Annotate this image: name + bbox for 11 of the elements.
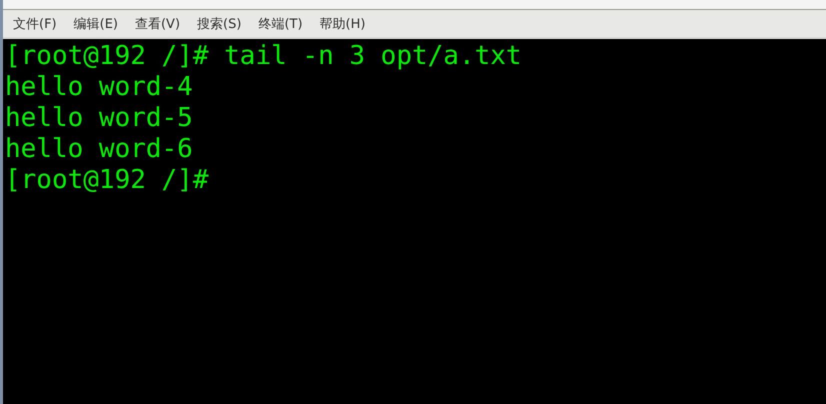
menu-item[interactable]: 终端(T): [256, 14, 312, 32]
menu-item[interactable]: 搜索(S): [195, 14, 250, 32]
menu-item[interactable]: 文件(F): [11, 14, 66, 32]
menu-item[interactable]: 帮助(H): [318, 14, 374, 32]
terminal-line: hello word-5: [5, 103, 194, 134]
terminal-line: [root@192 /]# tail -n 3 opt/a.txt: [5, 41, 523, 72]
menu-item[interactable]: 查看(V): [132, 14, 190, 32]
terminal-line: [root@192 /]#: [5, 165, 210, 196]
menu-item[interactable]: 编辑(E): [72, 14, 127, 32]
terminal-line: hello word-4: [5, 72, 194, 103]
terminal-line: hello word-6: [5, 134, 194, 165]
